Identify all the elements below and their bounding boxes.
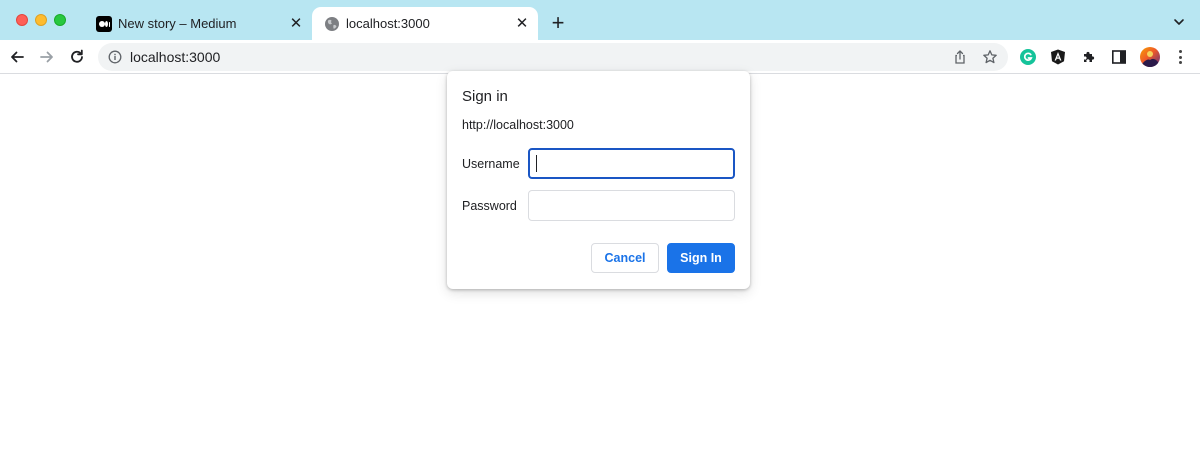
tab-strip: New story – Medium ✕ localhost:3000 ✕ + (0, 0, 1200, 40)
tab-localhost[interactable]: localhost:3000 ✕ (312, 7, 538, 40)
password-input[interactable] (528, 190, 735, 221)
reload-icon[interactable] (68, 48, 86, 66)
maximize-window-button[interactable] (54, 14, 66, 26)
minimize-window-button[interactable] (35, 14, 47, 26)
avatar-image-icon (1142, 51, 1158, 67)
tab-new-story-medium[interactable]: New story – Medium ✕ (84, 7, 312, 40)
tab-title: New story – Medium (118, 16, 237, 31)
dialog-title: Sign in (462, 88, 508, 105)
angular-extension-icon[interactable] (1050, 49, 1066, 65)
http-auth-dialog: Sign in http://localhost:3000 Username P… (447, 71, 750, 289)
profile-avatar[interactable] (1140, 47, 1160, 67)
tab-search-chevron-icon[interactable] (1172, 15, 1186, 29)
sign-in-button[interactable]: Sign In (667, 243, 735, 273)
password-label: Password (462, 199, 517, 213)
side-panel-icon[interactable] (1111, 49, 1127, 65)
medium-logo-icon (96, 16, 112, 32)
close-tab-icon[interactable]: ✕ (288, 16, 304, 32)
browser-toolbar: localhost:3000 (0, 40, 1200, 74)
username-input[interactable] (528, 148, 735, 179)
tab-title: localhost:3000 (346, 16, 430, 31)
cancel-button[interactable]: Cancel (591, 243, 659, 273)
site-info-icon[interactable] (108, 50, 122, 64)
grammarly-extension-icon[interactable] (1020, 49, 1036, 65)
close-window-button[interactable] (16, 14, 28, 26)
bookmark-star-icon[interactable] (982, 49, 998, 65)
new-tab-button[interactable]: + (548, 12, 568, 34)
kebab-menu-icon[interactable] (1174, 49, 1188, 65)
text-cursor (536, 155, 537, 172)
extensions-puzzle-icon[interactable] (1081, 49, 1097, 65)
address-bar-url: localhost:3000 (130, 49, 221, 65)
forward-arrow-icon[interactable] (38, 48, 56, 66)
username-label: Username (462, 157, 520, 171)
address-bar[interactable]: localhost:3000 (98, 43, 1008, 71)
back-arrow-icon[interactable] (8, 48, 26, 66)
share-icon[interactable] (952, 49, 968, 65)
dialog-origin: http://localhost:3000 (462, 118, 574, 132)
globe-icon (325, 17, 339, 31)
close-tab-icon[interactable]: ✕ (514, 16, 530, 32)
